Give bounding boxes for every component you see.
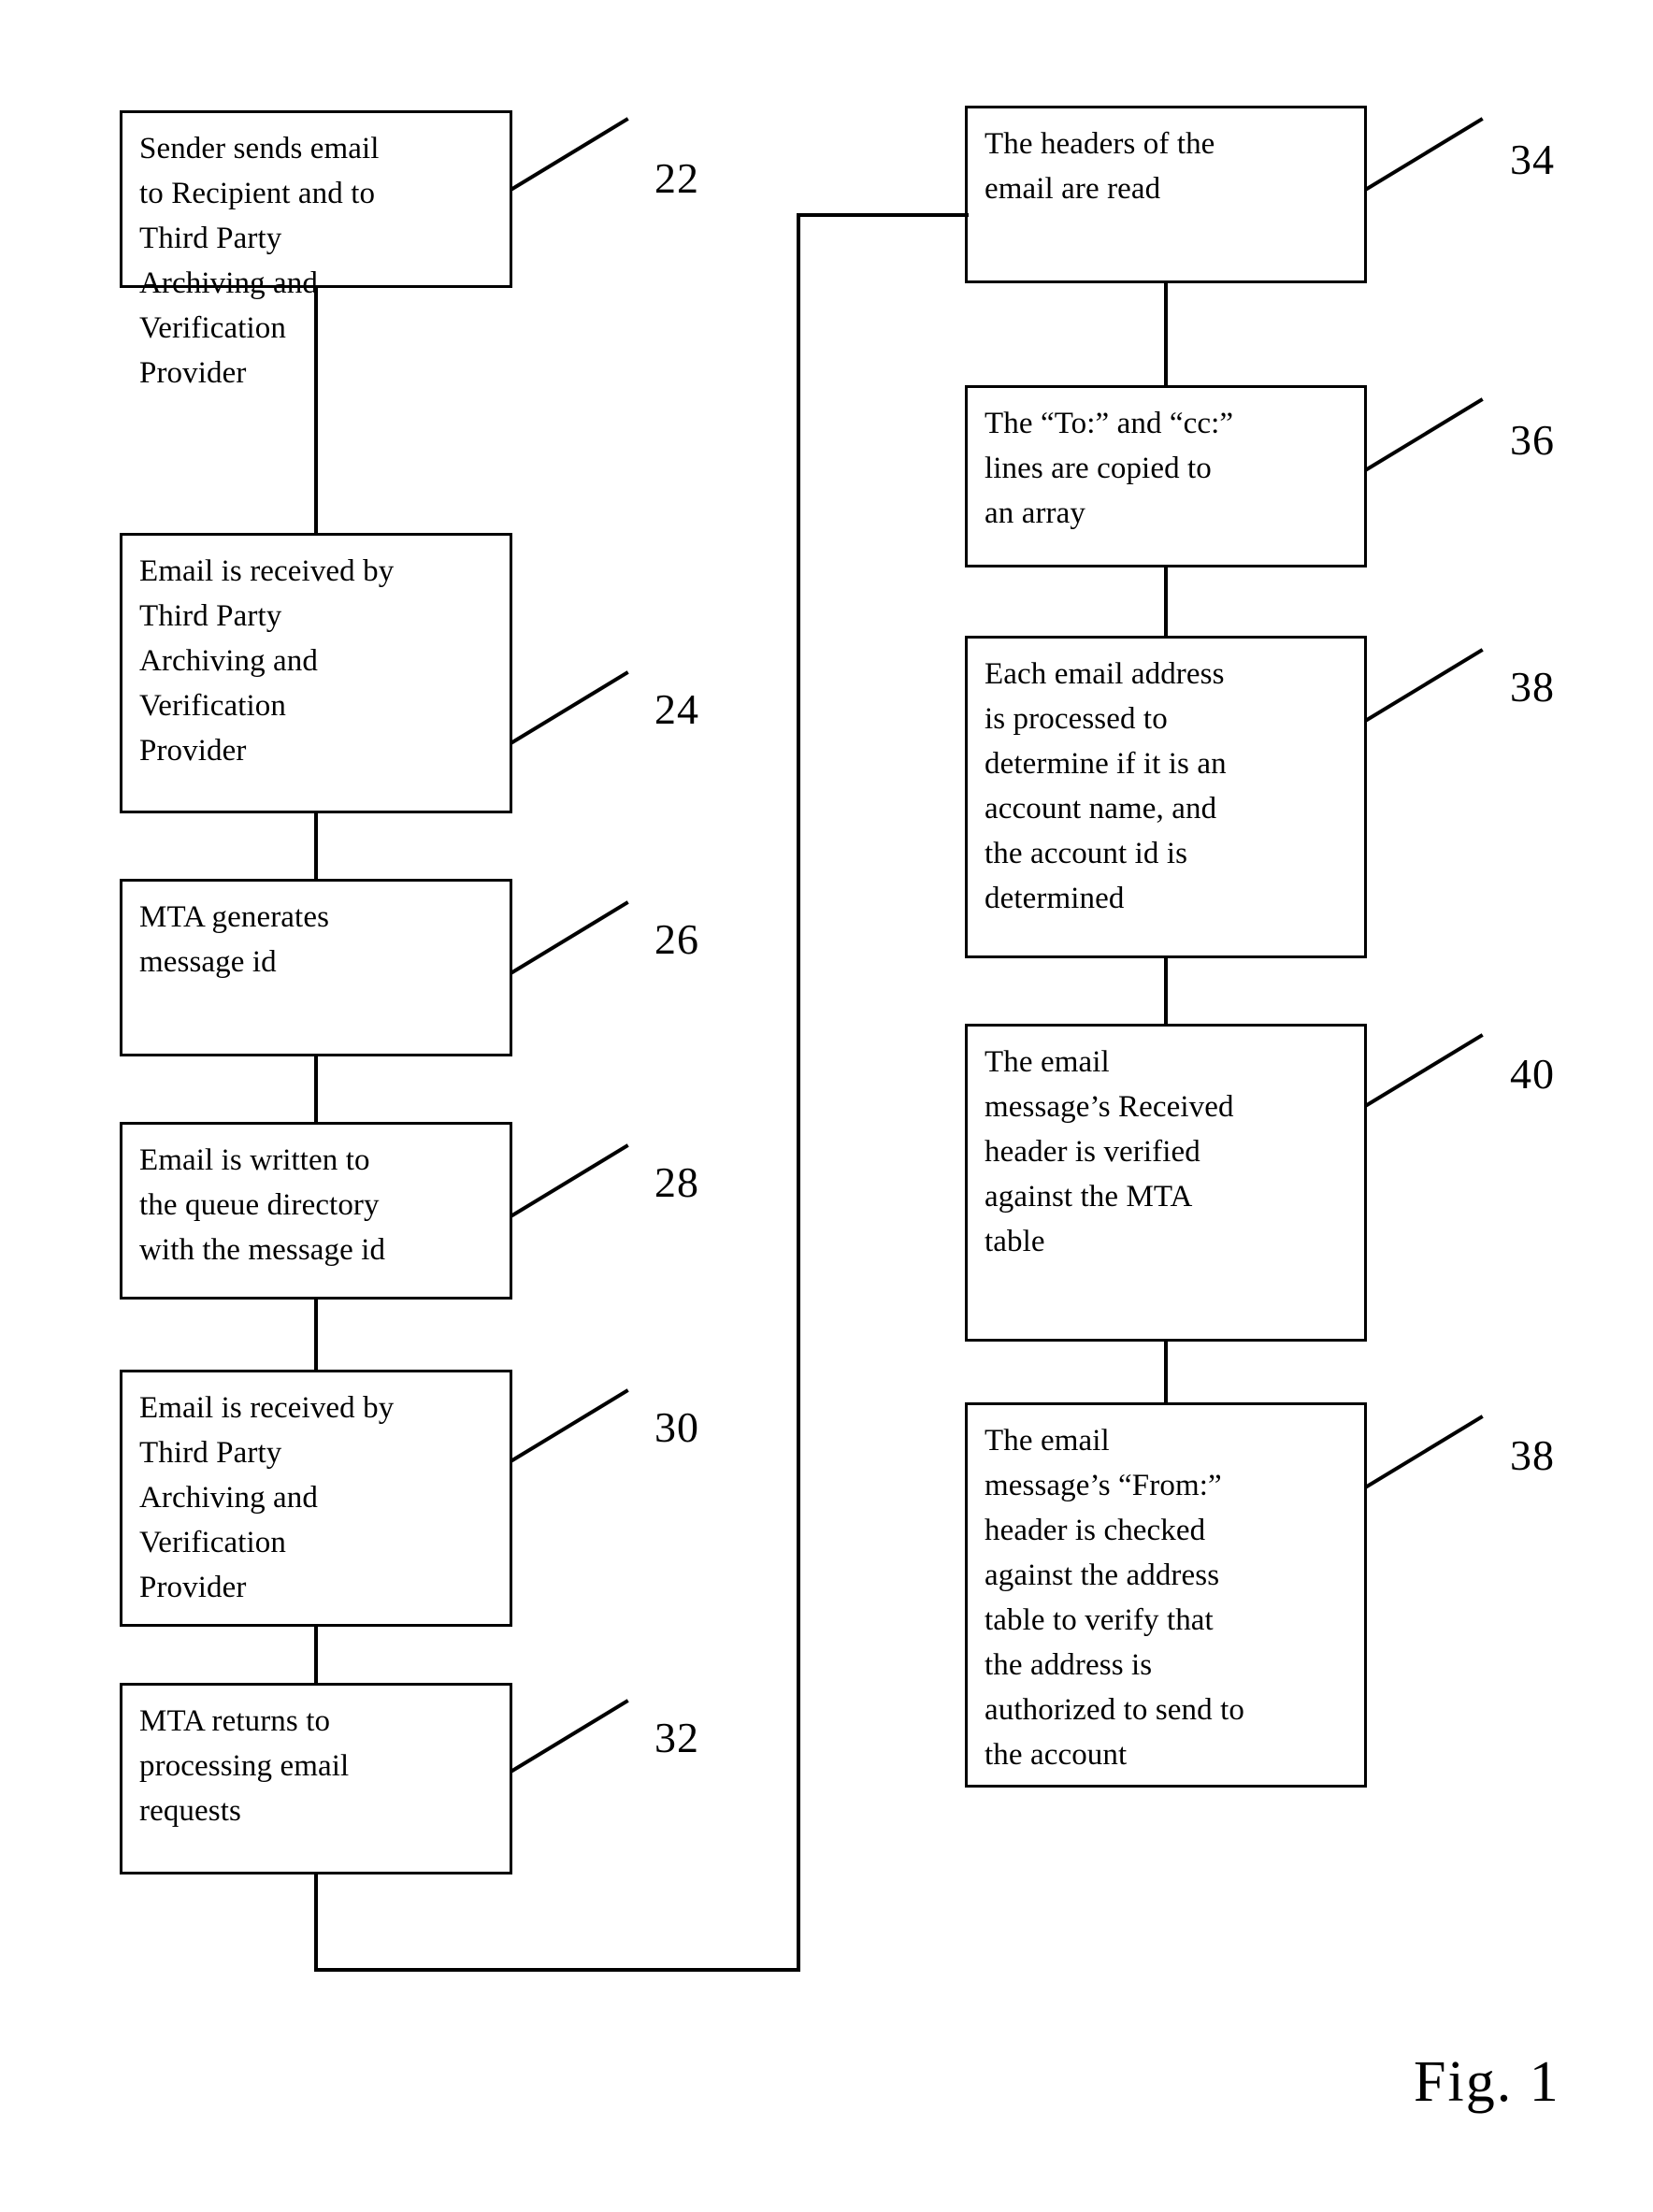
process-node-40[interactable]: The email message’s Received header is v… xyxy=(965,1024,1367,1342)
return-path-segment-up xyxy=(797,213,800,1972)
reference-numeral-34: 34 xyxy=(1510,136,1555,183)
reference-numeral-22: 22 xyxy=(654,154,699,202)
reference-numeral-38a: 38 xyxy=(1510,663,1555,711)
process-node-24-label: Email is received by Third Party Archivi… xyxy=(139,554,395,768)
process-node-30[interactable]: Email is received by Third Party Archivi… xyxy=(120,1370,512,1627)
connector-36-to-38a xyxy=(1164,565,1168,639)
leader-line-38b xyxy=(1364,1415,1484,1489)
leader-line-26 xyxy=(510,900,629,975)
connector-40-to-38b xyxy=(1164,1339,1168,1405)
process-node-36[interactable]: The “To:” and “cc:” lines are copied to … xyxy=(965,385,1367,567)
reference-numeral-24: 24 xyxy=(654,685,699,733)
leader-line-30 xyxy=(510,1388,629,1463)
connector-38a-to-40 xyxy=(1164,955,1168,1027)
process-node-38b-label: The email message’s “From:” header is ch… xyxy=(985,1424,1244,1772)
process-node-30-label: Email is received by Third Party Archivi… xyxy=(139,1391,395,1604)
process-node-28[interactable]: Email is written to the queue directory … xyxy=(120,1122,512,1300)
process-node-22[interactable]: Sender sends email to Recipient and to T… xyxy=(120,110,512,390)
process-node-38b[interactable]: The email message’s “From:” header is ch… xyxy=(965,1402,1367,1788)
reference-numeral-30: 30 xyxy=(654,1403,699,1451)
leader-line-40 xyxy=(1364,1033,1484,1108)
process-node-26[interactable]: MTA generates message id xyxy=(120,879,512,1056)
leader-line-22 xyxy=(510,117,629,192)
process-node-34[interactable]: The headers of the email are read xyxy=(965,106,1367,283)
figure-sheet: Sender sends email to Recipient and to T… xyxy=(0,0,1653,2212)
process-node-38a-label: Each email address is processed to deter… xyxy=(985,657,1227,915)
leader-line-32 xyxy=(510,1699,629,1774)
return-path-segment-right xyxy=(314,1968,800,1972)
process-node-38a[interactable]: Each email address is processed to deter… xyxy=(965,636,1367,958)
reference-numeral-36: 36 xyxy=(1510,416,1555,464)
return-path-segment-into-34 xyxy=(797,213,969,217)
leader-line-36 xyxy=(1364,397,1484,472)
reference-numeral-26: 26 xyxy=(654,915,699,963)
figure-caption: Fig. 1 xyxy=(1414,2050,1560,2114)
reference-numeral-32: 32 xyxy=(654,1714,699,1761)
process-node-28-label: Email is written to the queue directory … xyxy=(139,1143,386,1267)
connector-28-to-30 xyxy=(314,1297,318,1372)
reference-numeral-38b: 38 xyxy=(1510,1431,1555,1479)
process-node-26-label: MTA generates message id xyxy=(139,900,330,979)
connector-24-to-26 xyxy=(314,811,318,882)
leader-line-24 xyxy=(510,670,629,745)
connector-26-to-28 xyxy=(314,1054,318,1125)
leader-line-38a xyxy=(1364,648,1484,723)
connector-22-to-24 xyxy=(314,285,318,536)
process-node-40-label: The email message’s Received header is v… xyxy=(985,1045,1234,1258)
process-node-32-label: MTA returns to processing email requests xyxy=(139,1704,350,1828)
process-node-34-label: The headers of the email are read xyxy=(985,127,1215,206)
connector-30-to-32 xyxy=(314,1624,318,1686)
process-node-32[interactable]: MTA returns to processing email requests xyxy=(120,1683,512,1874)
process-node-22-label: Sender sends email to Recipient and to T… xyxy=(139,132,380,390)
return-path-segment-down xyxy=(314,1872,318,1972)
leader-line-28 xyxy=(510,1143,629,1218)
reference-numeral-28: 28 xyxy=(654,1158,699,1206)
leader-line-34 xyxy=(1364,117,1484,192)
reference-numeral-40: 40 xyxy=(1510,1050,1555,1098)
process-node-36-label: The “To:” and “cc:” lines are copied to … xyxy=(985,407,1234,530)
process-node-24[interactable]: Email is received by Third Party Archivi… xyxy=(120,533,512,813)
connector-34-to-36 xyxy=(1164,280,1168,388)
